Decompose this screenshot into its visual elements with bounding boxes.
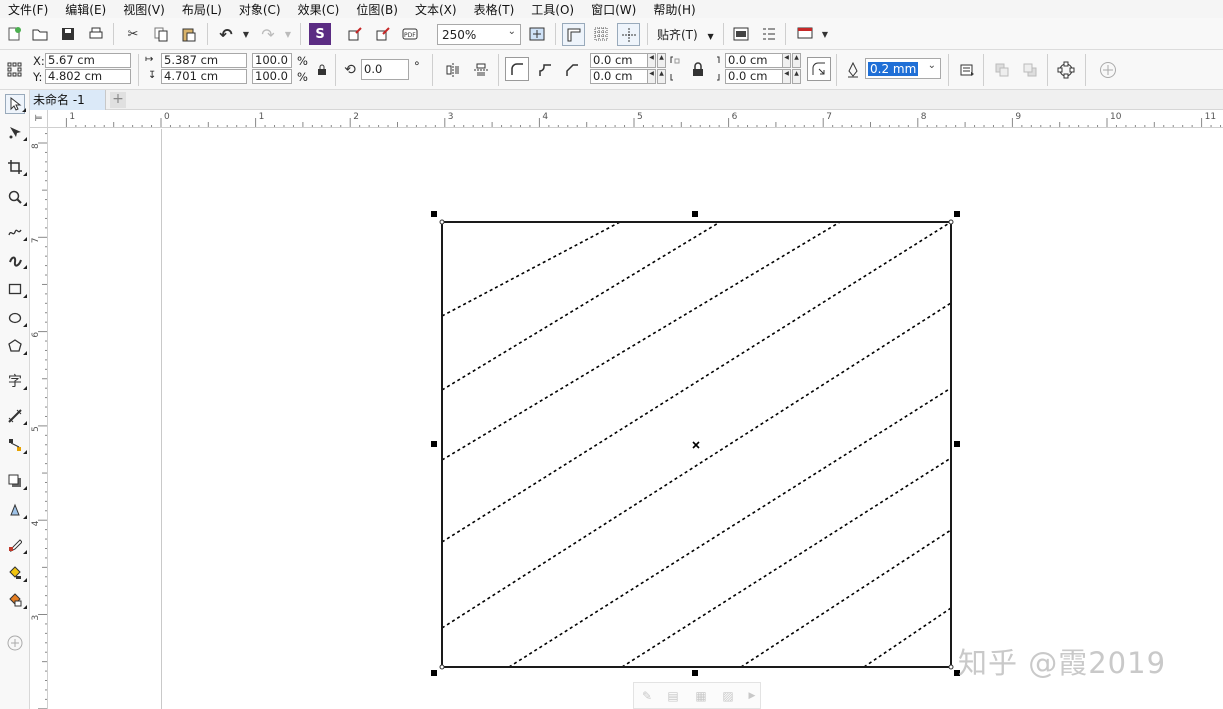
handle-bottom-left[interactable]	[431, 670, 437, 676]
hatch-line	[442, 302, 951, 629]
watermark: 知乎 @霞2019	[958, 646, 1167, 680]
handle-middle-right[interactable]	[954, 441, 960, 447]
hatch-line	[863, 607, 951, 667]
handle-top-left[interactable]	[431, 211, 437, 217]
quick-access-toolbar: ✎ ▤ ▦ ▨ ▶	[633, 682, 761, 709]
more-options-icon[interactable]: ▶	[744, 688, 760, 704]
handle-bottom-middle[interactable]	[692, 670, 698, 676]
corner-node[interactable]	[439, 664, 445, 670]
lock-object-icon[interactable]: ▨	[720, 688, 736, 704]
hatch-line	[442, 222, 721, 391]
handle-top-middle[interactable]	[692, 211, 698, 217]
corner-node[interactable]	[948, 219, 954, 225]
edit-fill-icon[interactable]: ✎	[639, 688, 655, 704]
handle-top-right[interactable]	[954, 211, 960, 217]
edit-transparency-icon[interactable]: ▦	[693, 688, 709, 704]
center-x-marker-icon[interactable]	[692, 441, 700, 449]
hatch-line	[442, 222, 841, 461]
corner-node[interactable]	[439, 219, 445, 225]
corner-node[interactable]	[948, 664, 954, 670]
edit-outline-icon[interactable]: ▤	[665, 688, 681, 704]
selected-rectangle-layer	[431, 211, 960, 676]
hatch-line	[442, 222, 951, 543]
hatch-line	[621, 457, 951, 667]
hatch-line	[508, 387, 951, 667]
hatch-line	[442, 222, 621, 317]
handle-middle-left[interactable]	[431, 441, 437, 447]
hatch-line	[740, 529, 951, 667]
